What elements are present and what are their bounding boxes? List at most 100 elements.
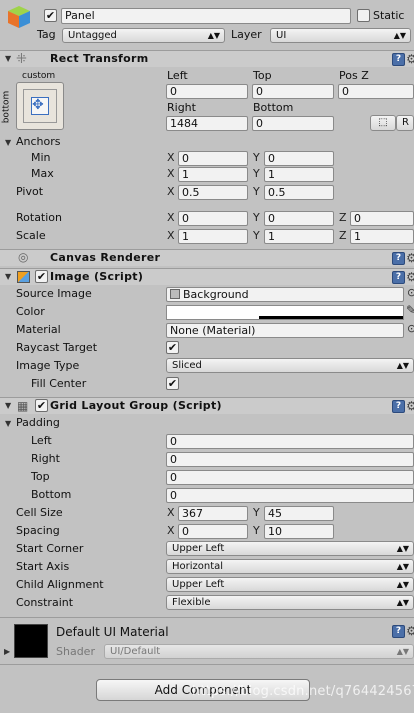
pivot-label: Pivot bbox=[16, 185, 44, 198]
raw-edit-button[interactable]: R bbox=[396, 115, 414, 131]
image-script-header[interactable]: ▼ ✔ Image (Script) ? ⚙ bbox=[0, 268, 414, 285]
pivot-y-field[interactable]: 0.5 bbox=[264, 185, 334, 200]
foldout-arrow-icon[interactable]: ▼ bbox=[5, 272, 11, 281]
static-label: Static bbox=[373, 9, 405, 22]
padding-bottom-field[interactable]: 0 bbox=[166, 488, 414, 503]
foldout-arrow-icon[interactable]: ▼ bbox=[5, 54, 11, 63]
grid-enabled-checkbox[interactable]: ✔ bbox=[35, 399, 48, 412]
source-image-field[interactable]: Background bbox=[166, 287, 404, 302]
grid-layout-icon: ▦ bbox=[17, 399, 29, 413]
scale-x-field[interactable]: 1 bbox=[178, 229, 248, 244]
left-label: Left bbox=[167, 69, 188, 82]
start-axis-dropdown[interactable]: Horizontal ▲▼ bbox=[166, 559, 414, 574]
scale-y-field[interactable]: 1 bbox=[264, 229, 334, 244]
padding-bottom-label: Bottom bbox=[31, 488, 72, 501]
cell-size-y-field[interactable]: 45 bbox=[264, 506, 334, 521]
tag-dropdown[interactable]: Untagged ▲▼ bbox=[62, 28, 225, 43]
dropdown-arrow-icon: ▲▼ bbox=[393, 31, 406, 40]
watermark-text: https://blog.csdn.net/q764424567 bbox=[192, 684, 414, 699]
right-field[interactable]: 1484 bbox=[166, 116, 248, 131]
source-image-value: Background bbox=[183, 288, 249, 301]
shader-value: UI/Default bbox=[110, 646, 161, 657]
anchor-min-y-field[interactable]: 0 bbox=[264, 151, 334, 166]
scale-label: Scale bbox=[16, 229, 46, 242]
image-type-dropdown[interactable]: Sliced ▲▼ bbox=[166, 358, 414, 373]
image-enabled-checkbox[interactable]: ✔ bbox=[35, 270, 48, 283]
anchor-preset-button[interactable]: ✥ bbox=[16, 82, 64, 130]
color-field[interactable] bbox=[166, 305, 404, 320]
help-icon[interactable]: ? bbox=[392, 271, 405, 284]
eyedropper-icon[interactable]: ✎ bbox=[406, 303, 414, 317]
scale-z-field[interactable]: 1 bbox=[350, 229, 414, 244]
padding-right-field[interactable]: 0 bbox=[166, 452, 414, 467]
padding-foldout-icon[interactable]: ▼ bbox=[5, 419, 11, 428]
axis-x-label: X bbox=[167, 506, 175, 519]
grid-layout-header[interactable]: ▼ ▦ ✔ Grid Layout Group (Script) ? ⚙ bbox=[0, 397, 414, 414]
anchor-max-y-field[interactable]: 1 bbox=[264, 167, 334, 182]
start-corner-dropdown[interactable]: Upper Left ▲▼ bbox=[166, 541, 414, 556]
rect-transform-header[interactable]: ▼ ⁜ Rect Transform ? ⚙ bbox=[0, 50, 414, 67]
fill-center-label: Fill Center bbox=[31, 377, 87, 390]
gear-icon[interactable]: ⚙ bbox=[405, 252, 414, 265]
axis-y-label: Y bbox=[253, 229, 260, 242]
child-alignment-value: Upper Left bbox=[172, 579, 225, 590]
object-picker-icon[interactable]: ⊙ bbox=[407, 322, 414, 335]
gear-icon[interactable]: ⚙ bbox=[405, 271, 414, 284]
gameobject-name-field[interactable]: Panel bbox=[61, 8, 351, 24]
rotation-x-field[interactable]: 0 bbox=[178, 211, 248, 226]
dropdown-arrow-icon: ▲▼ bbox=[396, 580, 409, 589]
help-icon[interactable]: ? bbox=[392, 252, 405, 265]
dropdown-arrow-icon: ▲▼ bbox=[396, 544, 409, 553]
material-foldout-icon[interactable]: ▶ bbox=[4, 647, 10, 656]
constraint-dropdown[interactable]: Flexible ▲▼ bbox=[166, 595, 414, 610]
padding-label: Padding bbox=[16, 416, 60, 429]
gear-icon[interactable]: ⚙ bbox=[405, 400, 414, 413]
image-component-icon bbox=[17, 271, 30, 283]
material-field[interactable]: None (Material) bbox=[166, 323, 404, 338]
shader-dropdown[interactable]: UI/Default ▲▼ bbox=[104, 644, 414, 659]
tag-label: Tag bbox=[37, 28, 56, 41]
raycast-target-checkbox[interactable]: ✔ bbox=[166, 341, 179, 354]
layer-dropdown[interactable]: UI ▲▼ bbox=[270, 28, 411, 43]
grid-layout-title: Grid Layout Group (Script) bbox=[50, 399, 222, 412]
foldout-arrow-icon[interactable]: ▼ bbox=[5, 401, 11, 410]
padding-left-field[interactable]: 0 bbox=[166, 434, 414, 449]
cell-size-x-field[interactable]: 367 bbox=[178, 506, 248, 521]
spacing-x-field[interactable]: 0 bbox=[178, 524, 248, 539]
shader-label: Shader bbox=[56, 645, 95, 658]
anchors-foldout-icon[interactable]: ▼ bbox=[5, 138, 11, 147]
posz-field[interactable]: 0 bbox=[338, 84, 414, 99]
blueprint-mode-button[interactable]: ⬚ bbox=[370, 115, 396, 131]
axis-x-label: X bbox=[167, 167, 175, 180]
axis-x-label: X bbox=[167, 185, 175, 198]
fill-center-checkbox[interactable]: ✔ bbox=[166, 377, 179, 390]
help-icon[interactable]: ? bbox=[392, 400, 405, 413]
source-image-label: Source Image bbox=[16, 287, 92, 300]
static-checkbox[interactable] bbox=[357, 9, 370, 22]
dropdown-arrow-icon: ▲▼ bbox=[396, 598, 409, 607]
padding-top-field[interactable]: 0 bbox=[166, 470, 414, 485]
axis-z-label: Z bbox=[339, 229, 347, 242]
active-checkbox[interactable]: ✔ bbox=[44, 9, 57, 22]
image-type-label: Image Type bbox=[16, 359, 80, 372]
material-label: Material bbox=[16, 323, 61, 336]
axis-y-label: Y bbox=[253, 506, 260, 519]
pivot-x-field[interactable]: 0.5 bbox=[178, 185, 248, 200]
rotation-y-field[interactable]: 0 bbox=[264, 211, 334, 226]
spacing-y-field[interactable]: 10 bbox=[264, 524, 334, 539]
help-icon[interactable]: ? bbox=[392, 625, 405, 638]
bottom-field[interactable]: 0 bbox=[252, 116, 334, 131]
gear-icon[interactable]: ⚙ bbox=[405, 625, 414, 638]
help-icon[interactable]: ? bbox=[392, 53, 405, 66]
start-axis-value: Horizontal bbox=[172, 561, 224, 572]
rotation-z-field[interactable]: 0 bbox=[350, 211, 414, 226]
top-field[interactable]: 0 bbox=[252, 84, 334, 99]
anchor-min-x-field[interactable]: 0 bbox=[178, 151, 248, 166]
gear-icon[interactable]: ⚙ bbox=[405, 53, 414, 66]
canvas-renderer-header[interactable]: ◎ Canvas Renderer ? ⚙ bbox=[0, 249, 414, 266]
object-picker-icon[interactable]: ⊙ bbox=[407, 286, 414, 299]
start-corner-label: Start Corner bbox=[16, 542, 84, 555]
left-field[interactable]: 0 bbox=[166, 84, 248, 99]
anchor-max-x-field[interactable]: 1 bbox=[178, 167, 248, 182]
child-alignment-dropdown[interactable]: Upper Left ▲▼ bbox=[166, 577, 414, 592]
